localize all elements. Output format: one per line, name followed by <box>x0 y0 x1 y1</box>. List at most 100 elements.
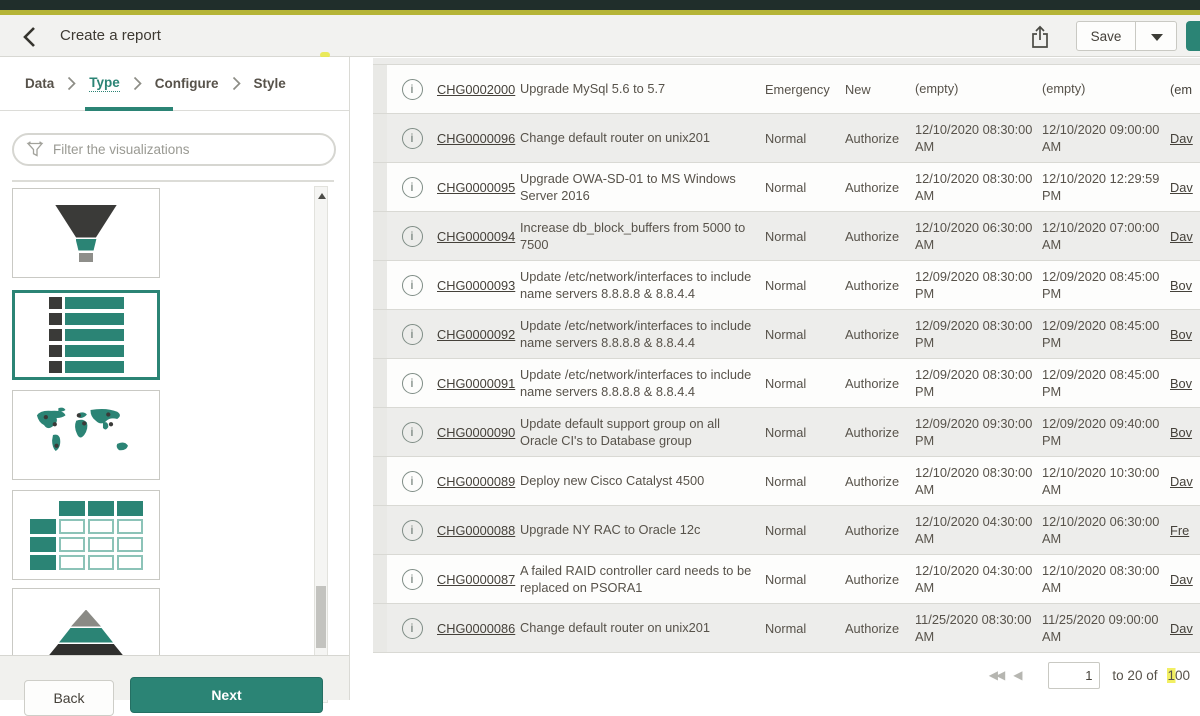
chevron-right-icon <box>133 76 142 91</box>
assignee-link[interactable]: Dav <box>1170 474 1193 489</box>
primary-button-partial[interactable] <box>1186 21 1200 51</box>
info-icon[interactable]: i <box>402 226 423 247</box>
planned-start-date: 12/10/2020 08:30:00 AM <box>915 464 1042 499</box>
clipped-column <box>373 310 387 358</box>
priority: Normal <box>765 474 845 489</box>
assignee-link[interactable]: Dav <box>1170 180 1193 195</box>
planned-start-date: 12/09/2020 09:30:00 PM <box>915 415 1042 450</box>
planned-end-date: 12/09/2020 08:45:00 PM <box>1042 268 1170 303</box>
step-configure[interactable]: Configure <box>155 76 219 91</box>
previous-page-icon[interactable]: ◀ <box>1013 668 1020 682</box>
active-step-indicator <box>85 107 173 111</box>
info-icon[interactable]: i <box>402 324 423 345</box>
info-icon[interactable]: i <box>402 569 423 590</box>
viz-tile-funnel[interactable] <box>12 188 160 278</box>
change-number-link[interactable]: CHG0000090 <box>437 425 515 440</box>
assignee-link[interactable]: (em <box>1170 82 1192 97</box>
table-chart-icon <box>30 501 143 570</box>
planned-start-date: 12/10/2020 08:30:00 AM <box>915 170 1042 205</box>
info-icon[interactable]: i <box>402 373 423 394</box>
short-description: Update /etc/network/interfaces to includ… <box>520 268 765 303</box>
step-data[interactable]: Data <box>25 76 54 91</box>
priority: Normal <box>765 523 845 538</box>
viz-tile-list[interactable] <box>12 290 160 380</box>
info-icon[interactable]: i <box>402 177 423 198</box>
assignee-link[interactable]: Bov <box>1170 327 1192 342</box>
info-icon[interactable]: i <box>402 79 423 100</box>
short-description: Update /etc/network/interfaces to includ… <box>520 317 765 352</box>
clipped-column <box>373 261 387 309</box>
report-type-sidebar: Data Type Configure Style <box>0 57 350 700</box>
table-row: i CHG0000094 Increase db_block_buffers f… <box>373 212 1200 261</box>
first-page-icon[interactable]: ◀◀ <box>989 668 1003 682</box>
viz-tile-table[interactable] <box>12 490 160 580</box>
save-dropdown-button[interactable] <box>1135 21 1177 51</box>
clipped-column <box>373 555 387 603</box>
table-row: i CHG0000092 Update /etc/network/interfa… <box>373 310 1200 359</box>
planned-start-date: 12/09/2020 08:30:00 PM <box>915 268 1042 303</box>
info-icon[interactable]: i <box>402 128 423 149</box>
table-row: i CHG0000087 A failed RAID controller ca… <box>373 555 1200 604</box>
state: Authorize <box>845 327 915 342</box>
change-number-link[interactable]: CHG0000087 <box>437 572 515 587</box>
assignee-link[interactable]: Bov <box>1170 425 1192 440</box>
share-icon[interactable] <box>1028 24 1052 50</box>
table-row: i CHG0000096 Change default router on un… <box>373 114 1200 163</box>
change-number-link[interactable]: CHG0000093 <box>437 278 515 293</box>
table-row: i CHG0000086 Change default router on un… <box>373 604 1200 653</box>
assignee-link[interactable]: Dav <box>1170 572 1193 587</box>
step-style[interactable]: Style <box>254 76 286 91</box>
next-button[interactable]: Next <box>130 677 323 713</box>
filter-input[interactable] <box>53 142 322 157</box>
change-number-link[interactable]: CHG0000096 <box>437 131 515 146</box>
clipped-column <box>373 114 387 162</box>
change-number-link[interactable]: CHG0000094 <box>437 229 515 244</box>
short-description: Change default router on unix201 <box>520 619 765 636</box>
info-icon[interactable]: i <box>402 618 423 639</box>
assignee-link[interactable]: Bov <box>1170 376 1192 391</box>
priority: Emergency <box>765 82 845 97</box>
planned-end-date: 12/10/2020 08:30:00 AM <box>1042 562 1170 597</box>
change-number-link[interactable]: CHG0000086 <box>437 621 515 636</box>
priority: Normal <box>765 376 845 391</box>
change-number-link[interactable]: CHG0002000 <box>437 82 515 97</box>
scrollbar-thumb[interactable] <box>316 586 326 648</box>
priority: Normal <box>765 131 845 146</box>
change-number-link[interactable]: CHG0000095 <box>437 180 515 195</box>
save-button[interactable]: Save <box>1076 21 1136 51</box>
state: Authorize <box>845 621 915 636</box>
viz-tile-map[interactable] <box>12 390 160 480</box>
change-number-link[interactable]: CHG0000088 <box>437 523 515 538</box>
info-icon[interactable]: i <box>402 275 423 296</box>
planned-start-date: 12/10/2020 04:30:00 AM <box>915 562 1042 597</box>
back-chevron-icon[interactable] <box>18 23 46 51</box>
scroll-up-icon[interactable] <box>318 193 326 199</box>
assignee-link[interactable]: Dav <box>1170 621 1193 636</box>
short-description: Update /etc/network/interfaces to includ… <box>520 366 765 401</box>
sidebar-scrollbar[interactable] <box>314 186 328 703</box>
page-number-input[interactable] <box>1048 662 1100 689</box>
assignee-link[interactable]: Dav <box>1170 131 1193 146</box>
change-number-link[interactable]: CHG0000091 <box>437 376 515 391</box>
planned-end-date: (empty) <box>1042 80 1170 97</box>
change-number-link[interactable]: CHG0000092 <box>437 327 515 342</box>
assignee-link[interactable]: Dav <box>1170 229 1193 244</box>
info-icon[interactable]: i <box>402 422 423 443</box>
planned-start-date: 12/09/2020 08:30:00 PM <box>915 317 1042 352</box>
planned-start-date: 12/10/2020 08:30:00 AM <box>915 121 1042 156</box>
step-type[interactable]: Type <box>89 75 120 92</box>
planned-end-date: 12/10/2020 06:30:00 AM <box>1042 513 1170 548</box>
clipped-column <box>373 212 387 260</box>
assignee-link[interactable]: Fre <box>1170 523 1189 538</box>
planned-end-date: 12/10/2020 12:29:59 PM <box>1042 170 1170 205</box>
back-button[interactable]: Back <box>24 680 114 716</box>
clipped-column <box>373 506 387 554</box>
short-description: Upgrade OWA-SD-01 to MS Windows Server 2… <box>520 170 765 205</box>
info-icon[interactable]: i <box>402 520 423 541</box>
assignee-link[interactable]: Bov <box>1170 278 1192 293</box>
page-title: Create a report <box>60 15 161 57</box>
change-number-link[interactable]: CHG0000089 <box>437 474 515 489</box>
info-icon[interactable]: i <box>402 471 423 492</box>
state: Authorize <box>845 229 915 244</box>
clipped-column <box>373 359 387 407</box>
